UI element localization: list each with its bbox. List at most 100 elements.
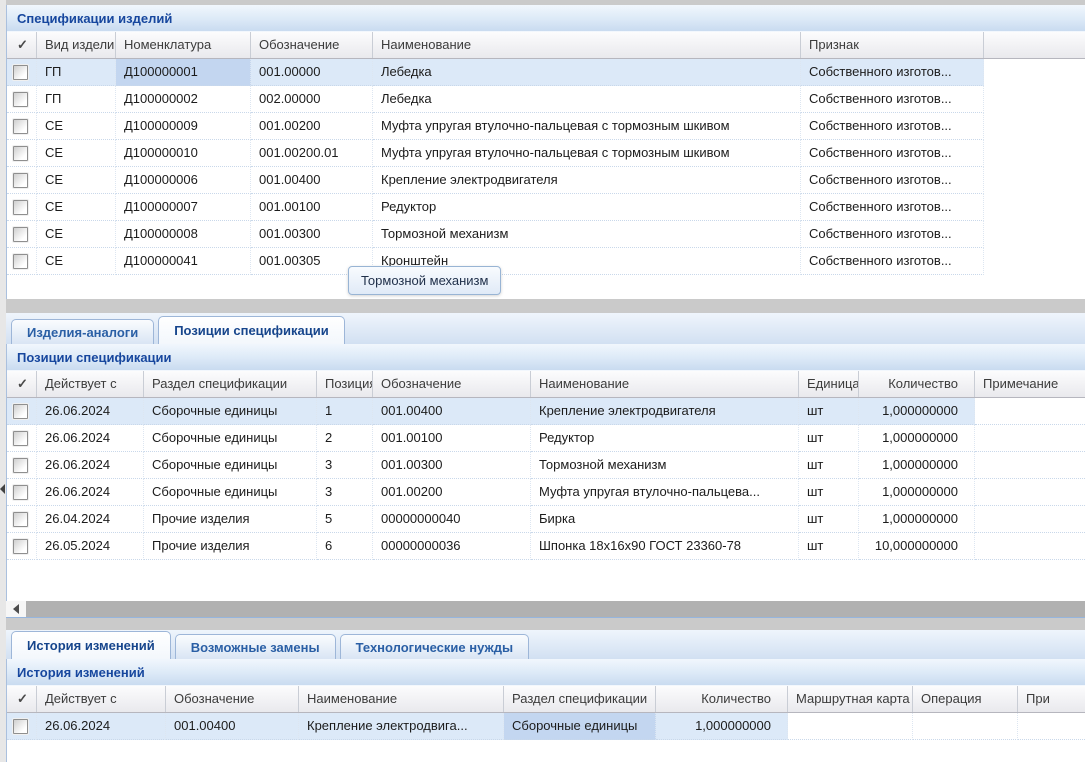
table-row[interactable]: 26.04.2024Прочие изделия500000000040Бирк… <box>7 506 1085 533</box>
row-checkbox[interactable] <box>13 227 28 242</box>
cell-obozn[interactable]: 001.00300 <box>251 221 373 248</box>
cell-date[interactable]: 26.06.2024 <box>37 425 144 452</box>
cell-obozn[interactable]: 001.00200.01 <box>251 140 373 167</box>
row-checkbox[interactable] <box>13 431 28 446</box>
cell-razdel[interactable]: Прочие изделия <box>144 506 317 533</box>
column-header-position[interactable]: Позиция. <box>317 371 373 397</box>
cell-date[interactable]: 26.05.2024 <box>37 533 144 560</box>
cell-priznak[interactable]: Собственного изготов... <box>801 59 984 86</box>
row-checkbox[interactable] <box>13 485 28 500</box>
cell-obozn[interactable]: 001.00000 <box>251 59 373 86</box>
cell-obozn[interactable]: 001.00100 <box>251 194 373 221</box>
cell-razdel[interactable]: Прочие изделия <box>144 533 317 560</box>
cell-kol[interactable]: 1,000000000 <box>859 425 975 452</box>
cell-edin[interactable]: шт <box>799 452 859 479</box>
cell-marsh[interactable] <box>788 713 913 740</box>
cell-nom[interactable]: Д100000041 <box>116 248 251 275</box>
cell-vid[interactable]: ГП <box>37 86 116 113</box>
cell-kol[interactable]: 1,000000000 <box>859 506 975 533</box>
row-checkbox[interactable] <box>13 92 28 107</box>
cell-name[interactable]: Крепление электродвига... <box>299 713 504 740</box>
cell-obozn[interactable]: 001.00300 <box>373 452 531 479</box>
cell-kol[interactable]: 1,000000000 <box>859 398 975 425</box>
column-header-attribute[interactable]: Признак <box>801 32 984 58</box>
select-all-header[interactable]: ✓ <box>7 32 37 58</box>
column-header-quantity[interactable]: Количество <box>656 686 788 712</box>
cell-edin[interactable]: шт <box>799 479 859 506</box>
table-row[interactable]: СЕД100000009001.00200Муфта упругая втуло… <box>7 113 984 140</box>
cell-prim[interactable] <box>1018 713 1085 740</box>
cell-razdel[interactable]: Сборочные единицы <box>144 452 317 479</box>
column-header-nomenclature[interactable]: Номенклатура <box>116 32 251 58</box>
cell-pos[interactable]: 3 <box>317 479 373 506</box>
row-checkbox[interactable] <box>13 173 28 188</box>
cell-name[interactable]: Муфта упругая втулочно-пальцева... <box>531 479 799 506</box>
cell-razdel[interactable]: Сборочные единицы <box>144 479 317 506</box>
scroll-left-button[interactable] <box>6 601 26 617</box>
cell-nom[interactable]: Д100000001 <box>116 59 251 86</box>
cell-oper[interactable] <box>913 713 1018 740</box>
column-header-designation[interactable]: Обозначение <box>373 371 531 397</box>
column-header-route-card[interactable]: Маршрутная карта <box>788 686 913 712</box>
column-header-note[interactable]: При <box>1018 686 1085 712</box>
cell-priznak[interactable]: Собственного изготов... <box>801 248 984 275</box>
column-header-name[interactable]: Наименование <box>531 371 799 397</box>
table-row[interactable]: ГПД100000002002.00000ЛебедкаСобственного… <box>7 86 984 113</box>
cell-obozn[interactable]: 00000000036 <box>373 533 531 560</box>
table-row[interactable]: СЕД100000008001.00300Тормозной механизмС… <box>7 221 984 248</box>
column-header-name[interactable]: Наименование <box>373 32 801 58</box>
cell-vid[interactable]: СЕ <box>37 221 116 248</box>
cell-name[interactable]: Лебедка <box>373 59 801 86</box>
cell-prim[interactable] <box>975 452 1085 479</box>
tab-pozitsii-spetsifikatsii[interactable]: Позиции спецификации <box>158 316 345 344</box>
row-checkbox[interactable] <box>13 539 28 554</box>
cell-priznak[interactable]: Собственного изготов... <box>801 194 984 221</box>
cell-kol[interactable]: 1,000000000 <box>859 479 975 506</box>
cell-date[interactable]: 26.06.2024 <box>37 398 144 425</box>
table-row[interactable]: СЕД100000007001.00100РедукторСобственног… <box>7 194 984 221</box>
tab-izdeliya-analogi[interactable]: Изделия-аналоги <box>11 319 154 344</box>
cell-name[interactable]: Муфта упругая втулочно-пальцевая с тормо… <box>373 140 801 167</box>
cell-nom[interactable]: Д100000002 <box>116 86 251 113</box>
cell-nom[interactable]: Д100000006 <box>116 167 251 194</box>
cell-priznak[interactable]: Собственного изготов... <box>801 140 984 167</box>
cell-edin[interactable]: шт <box>799 398 859 425</box>
tab-istoriya-izmeneniy[interactable]: История изменений <box>11 631 171 659</box>
column-header-unit[interactable]: Единица <box>799 371 859 397</box>
cell-razdel[interactable]: Сборочные единицы <box>144 425 317 452</box>
cell-nom[interactable]: Д100000010 <box>116 140 251 167</box>
row-checkbox[interactable] <box>13 119 28 134</box>
table-row[interactable]: 26.06.2024Сборочные единицы2001.00100Ред… <box>7 425 1085 452</box>
cell-priznak[interactable]: Собственного изготов... <box>801 86 984 113</box>
cell-pos[interactable]: 3 <box>317 452 373 479</box>
cell-pos[interactable]: 2 <box>317 425 373 452</box>
select-all-header[interactable]: ✓ <box>7 686 37 712</box>
cell-obozn[interactable]: 002.00000 <box>251 86 373 113</box>
scrollbar-thumb[interactable] <box>26 601 1085 617</box>
cell-name[interactable]: Крепление электродвигателя <box>373 167 801 194</box>
table-row[interactable]: 26.06.2024Сборочные единицы3001.00200Муф… <box>7 479 1085 506</box>
cell-obozn[interactable]: 001.00200 <box>251 113 373 140</box>
cell-prim[interactable] <box>975 398 1085 425</box>
cell-nom[interactable]: Д100000009 <box>116 113 251 140</box>
cell-obozn[interactable]: 001.00200 <box>373 479 531 506</box>
cell-name[interactable]: Шпонка 18х16х90 ГОСТ 23360-78 <box>531 533 799 560</box>
select-all-header[interactable]: ✓ <box>7 371 37 397</box>
cell-prim[interactable] <box>975 479 1085 506</box>
cell-nom[interactable]: Д100000008 <box>116 221 251 248</box>
column-header-valid-from[interactable]: Действует с <box>37 686 166 712</box>
cell-prim[interactable] <box>975 533 1085 560</box>
cell-edin[interactable]: шт <box>799 506 859 533</box>
row-checkbox[interactable] <box>13 404 28 419</box>
cell-vid[interactable]: СЕ <box>37 194 116 221</box>
column-header-product-type[interactable]: Вид издели <box>37 32 116 58</box>
row-checkbox[interactable] <box>13 719 28 734</box>
cell-pos[interactable]: 1 <box>317 398 373 425</box>
cell-obozn[interactable]: 00000000040 <box>373 506 531 533</box>
cell-priznak[interactable]: Собственного изготов... <box>801 221 984 248</box>
tab-vozmozhnye-zameny[interactable]: Возможные замены <box>175 634 336 659</box>
cell-obozn[interactable]: 001.00100 <box>373 425 531 452</box>
cell-name[interactable]: Бирка <box>531 506 799 533</box>
cell-obozn[interactable]: 001.00400 <box>251 167 373 194</box>
column-header-quantity[interactable]: Количество <box>859 371 975 397</box>
